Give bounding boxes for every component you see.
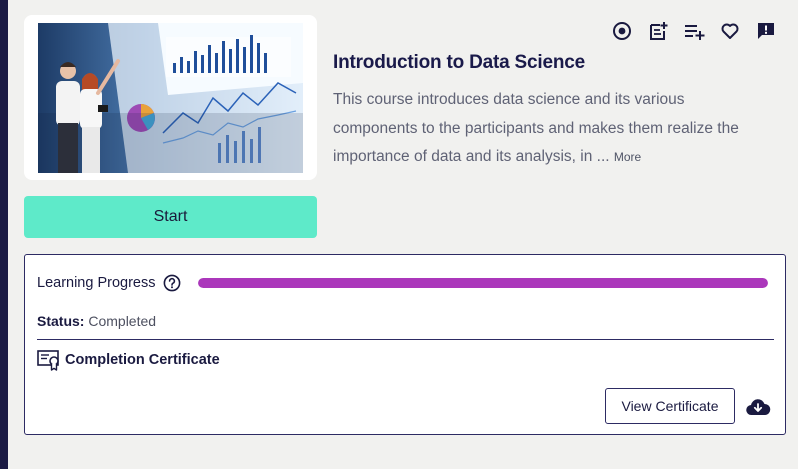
progress-bar-fill	[198, 278, 768, 288]
note-add-icon[interactable]	[647, 20, 669, 42]
learning-progress-card: Learning Progress Status: Completed Comp…	[24, 254, 786, 435]
completion-certificate-label: Completion Certificate	[65, 352, 220, 368]
more-link[interactable]: More	[614, 150, 641, 164]
course-actions	[611, 20, 777, 42]
heart-icon[interactable]	[719, 20, 741, 42]
status-line: Status: Completed	[37, 313, 156, 329]
course-description-text: This course introduces data science and …	[333, 91, 739, 165]
status-value: Completed	[88, 313, 157, 329]
divider	[37, 339, 774, 340]
start-button[interactable]: Start	[24, 196, 317, 238]
certificate-icon	[37, 350, 59, 371]
course-title: Introduction to Data Science	[333, 52, 585, 73]
progress-bar	[198, 278, 768, 288]
course-description: This course introduces data science and …	[333, 86, 773, 172]
target-icon[interactable]	[611, 20, 633, 42]
feedback-icon[interactable]	[755, 20, 777, 42]
learning-progress-label: Learning Progress	[37, 275, 156, 291]
course-panel: Introduction to Data Science This course…	[8, 0, 798, 469]
view-certificate-button[interactable]: View Certificate	[605, 388, 735, 424]
course-thumbnail-card[interactable]	[24, 15, 317, 180]
course-thumbnail	[38, 23, 303, 173]
playlist-add-icon[interactable]	[683, 20, 705, 42]
help-icon[interactable]	[163, 274, 181, 292]
status-label: Status:	[37, 313, 85, 329]
cloud-download-icon[interactable]	[745, 396, 771, 418]
